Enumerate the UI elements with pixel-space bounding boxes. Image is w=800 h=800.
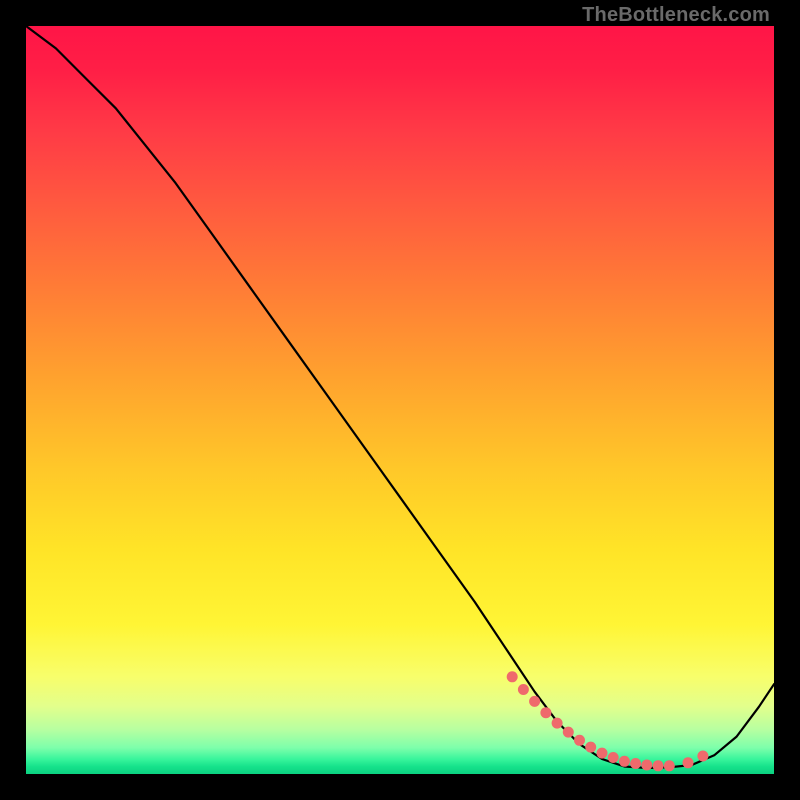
highlight-dot	[540, 707, 551, 718]
highlight-dot	[563, 727, 574, 738]
highlight-dot	[664, 760, 675, 771]
highlight-dot	[619, 756, 630, 767]
highlight-dot	[518, 684, 529, 695]
highlight-dot	[507, 671, 518, 682]
optimal-region-dots	[507, 671, 709, 771]
highlight-dot	[529, 696, 540, 707]
highlight-dot	[630, 758, 641, 769]
watermark-label: TheBottleneck.com	[582, 4, 770, 27]
highlight-dot	[552, 718, 563, 729]
highlight-dot	[641, 760, 652, 771]
chart-stage: TheBottleneck.com	[0, 0, 800, 800]
highlight-dot	[653, 760, 664, 771]
highlight-dot	[697, 751, 708, 762]
chart-plot-area	[26, 26, 774, 774]
highlight-dot	[683, 757, 694, 768]
chart-svg	[26, 26, 774, 774]
highlight-dot	[597, 748, 608, 759]
highlight-dot	[608, 752, 619, 763]
bottleneck-curve	[26, 26, 774, 768]
highlight-dot	[574, 735, 585, 746]
highlight-dot	[585, 742, 596, 753]
